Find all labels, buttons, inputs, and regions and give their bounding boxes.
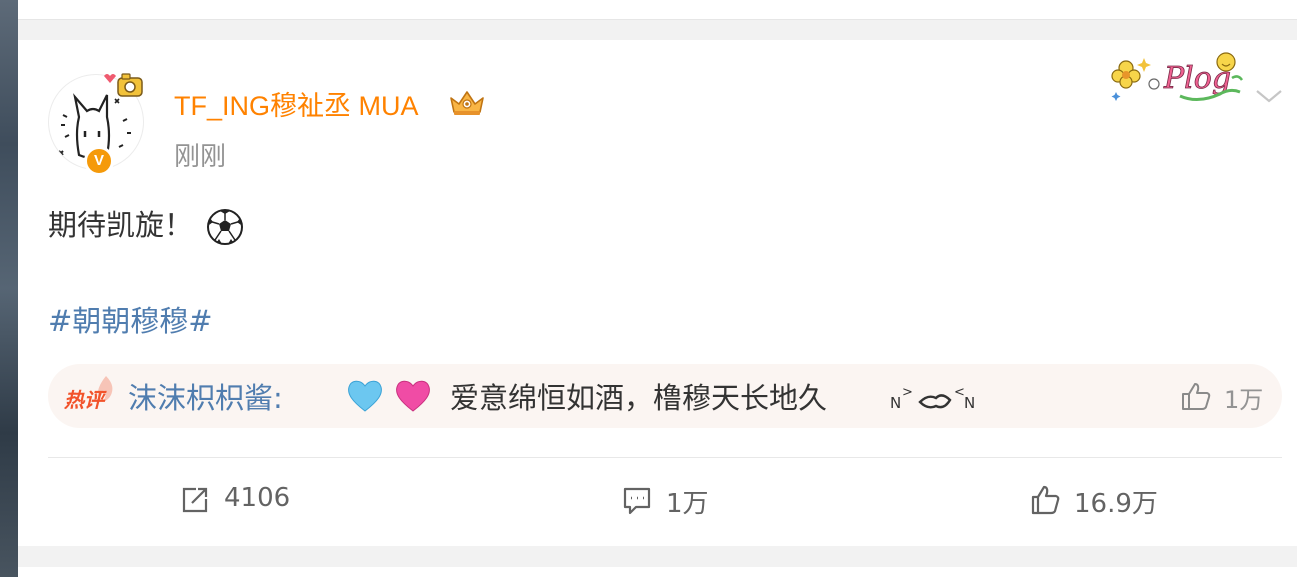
comment-button[interactable]: 1万 <box>622 480 732 520</box>
repost-count: 4106 <box>224 483 291 513</box>
pink-heart-icon <box>396 380 430 412</box>
comment-text: 爱意绵恒如酒，橹穆天长地久 <box>450 381 828 415</box>
divider <box>48 457 1282 458</box>
post-card: V TF_ING穆祉丞 MUA 刚刚 Plog 期待凯旋！ #朝朝穆穆# 热评 … <box>18 40 1297 546</box>
camera-sticker-icon <box>104 73 143 97</box>
soccer-ball-icon <box>207 209 244 245</box>
comment-author[interactable]: 沫沫枳枳酱: <box>128 375 283 417</box>
like-button[interactable]: 16.9万 <box>1030 480 1180 520</box>
crown-icon[interactable] <box>448 87 486 117</box>
repost-icon <box>182 487 208 513</box>
thumbs-up-icon[interactable] <box>1180 381 1212 411</box>
svg-text:N: N <box>890 394 901 412</box>
blue-heart-icon <box>348 380 382 412</box>
next-post-card-edge <box>18 567 1297 577</box>
hot-comment-tag: 热评 <box>64 376 120 414</box>
comment-like-count: 1万 <box>1224 386 1264 414</box>
background-strip <box>0 0 18 577</box>
hashtag-link[interactable]: #朝朝穆穆# <box>48 298 213 340</box>
post-text: 期待凯旋！ <box>48 202 244 246</box>
username[interactable]: TF_ING穆祉丞 MUA <box>174 84 419 123</box>
kaomoji-icon: N > < N <box>890 385 975 412</box>
like-count: 16.9万 <box>1074 489 1158 519</box>
chevron-down-icon[interactable] <box>1254 86 1284 106</box>
comment-icon <box>623 487 651 515</box>
repost-button[interactable]: 4106 <box>180 480 320 520</box>
verified-badge: V <box>84 146 114 176</box>
post-time: 刚刚 <box>174 142 227 172</box>
plog-sticker-icon[interactable]: Plog <box>1108 48 1244 108</box>
svg-text:>: > <box>902 385 913 400</box>
hot-tag-label: 热评 <box>64 388 104 412</box>
hot-comment[interactable]: 热评 沫沫枳枳酱: 爱意绵恒如酒，橹穆天长地久 N > < N 1万 <box>48 364 1282 428</box>
svg-text:N: N <box>964 394 975 412</box>
post-text-content: 期待凯旋！ <box>48 208 194 242</box>
thumbs-up-icon <box>1031 485 1060 515</box>
comment-count: 1万 <box>666 489 709 519</box>
previous-post-card-edge <box>18 0 1297 20</box>
